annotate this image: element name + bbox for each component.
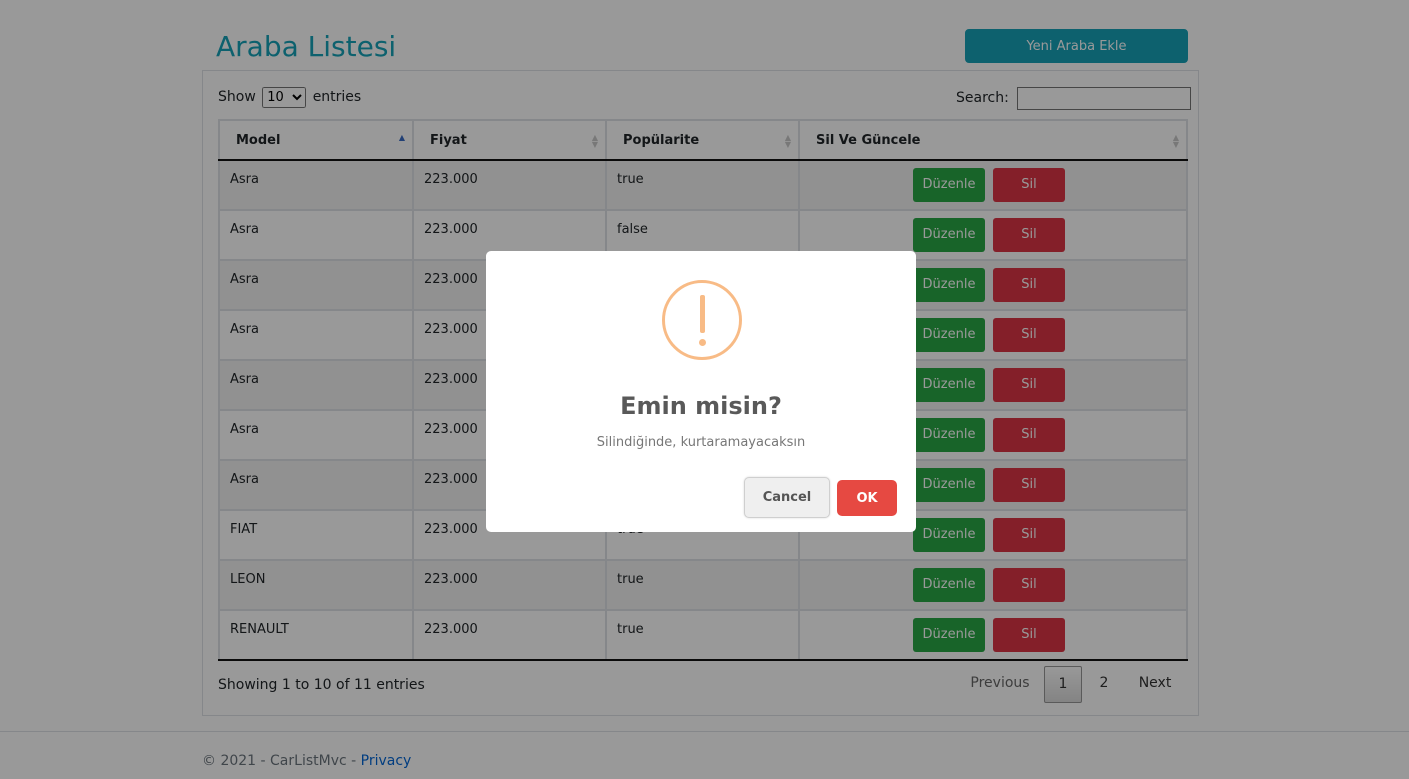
warning-icon: [662, 280, 742, 360]
confirm-dialog: Emin misin? Silindiğinde, kurtaramayacak…: [486, 251, 916, 532]
dialog-text: Silindiğinde, kurtaramayacaksın: [596, 435, 806, 450]
warning-icon-bar: [700, 295, 705, 333]
warning-icon-dot: [699, 339, 706, 346]
cancel-button[interactable]: Cancel: [744, 477, 830, 518]
dialog-title: Emin misin?: [620, 392, 782, 420]
ok-button[interactable]: OK: [837, 480, 897, 516]
